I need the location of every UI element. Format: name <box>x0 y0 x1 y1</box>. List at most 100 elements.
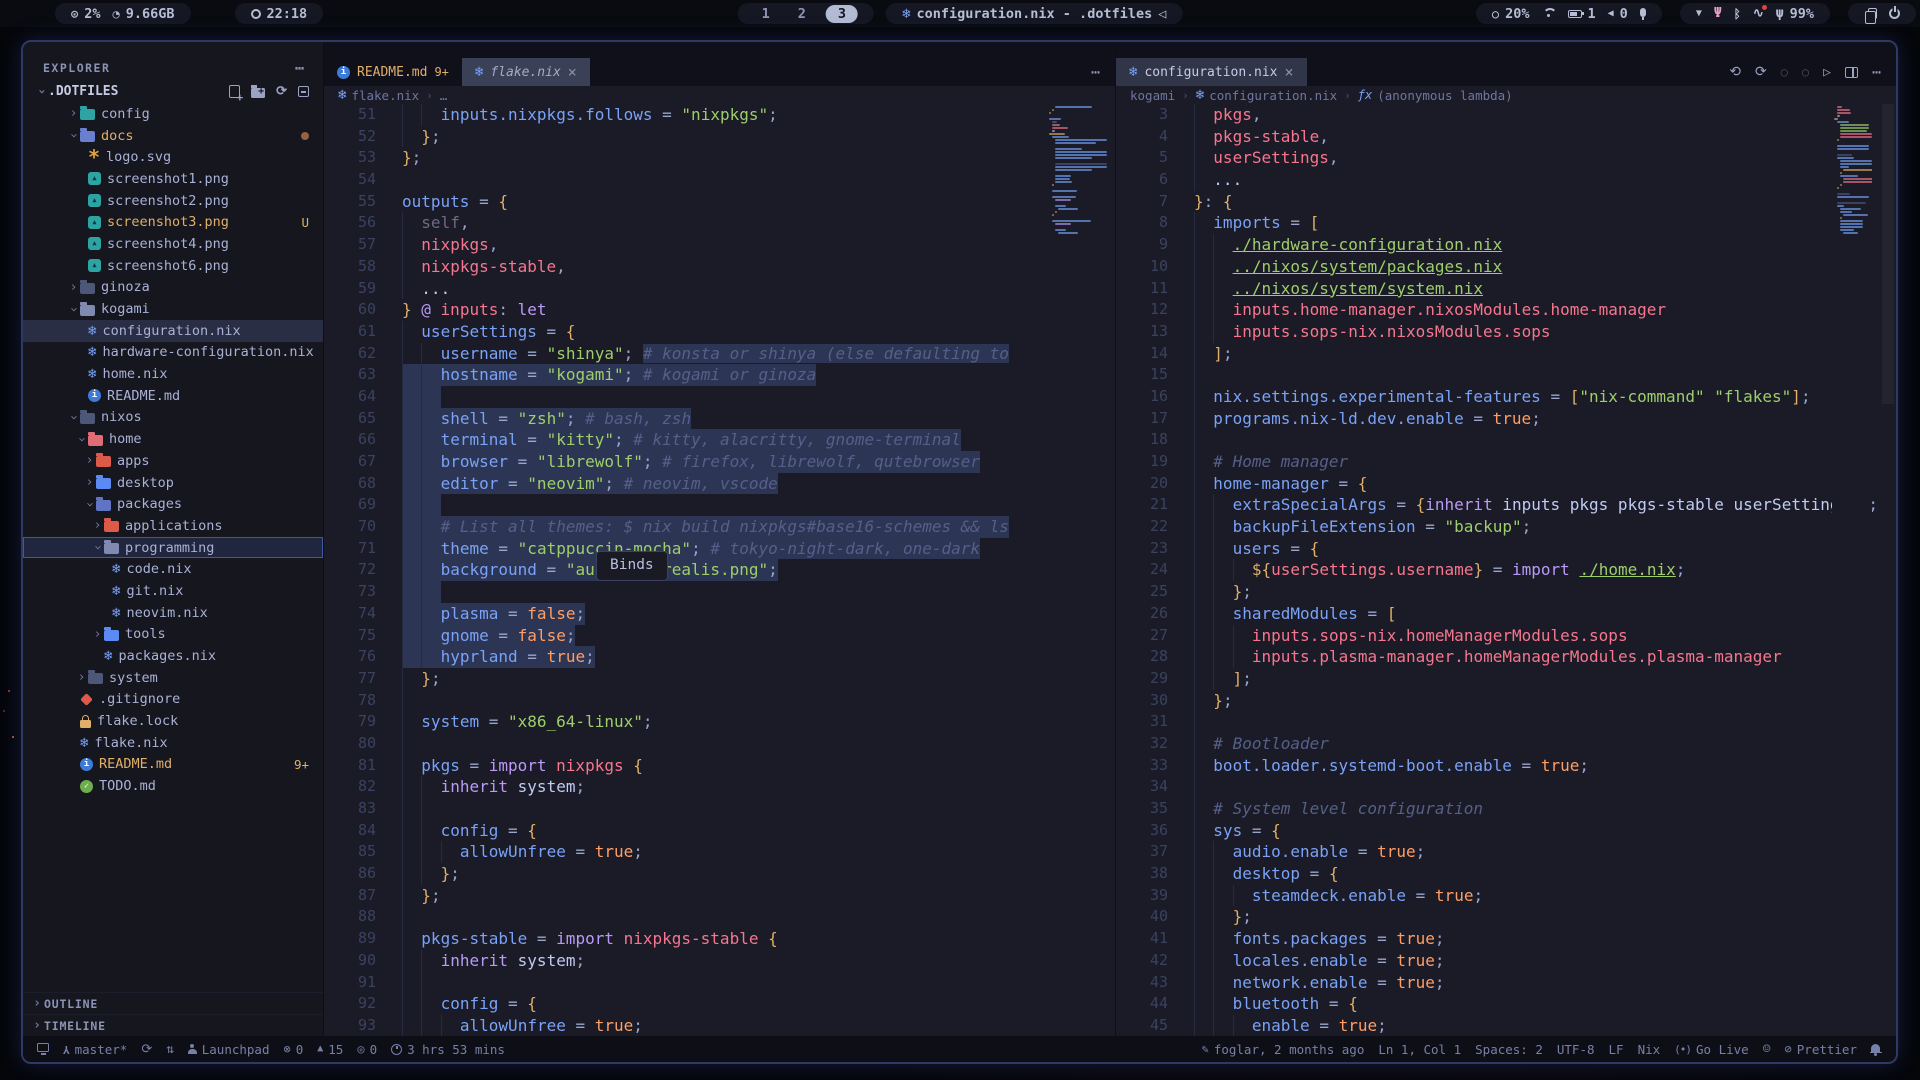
workspace-1[interactable]: 1 <box>754 6 778 22</box>
tree-item-programming[interactable]: ›programming <box>23 537 323 559</box>
code-line[interactable]: 40}; <box>1116 906 1896 928</box>
code-line[interactable]: 65shell = "zsh"; # bash, zsh <box>324 408 1115 430</box>
status-item-prettier[interactable]: ⊘Prettier <box>1785 1042 1857 1057</box>
status-item-sync[interactable]: ⟳ <box>141 1043 152 1056</box>
code-line[interactable]: 71theme = "catppuccin-mocha"; # tokyo-ni… <box>324 538 1115 560</box>
code-line[interactable]: 19# Home manager <box>1116 451 1896 473</box>
refresh-icon[interactable]: ⟳ <box>276 85 287 98</box>
close-icon[interactable]: × <box>1285 65 1294 80</box>
code-line[interactable]: 91 <box>324 972 1115 994</box>
newfolder-icon[interactable] <box>251 88 265 98</box>
code-line[interactable]: 25}; <box>1116 581 1896 603</box>
code-line[interactable]: 70# List all themes: $ nix build nixpkgs… <box>324 516 1115 538</box>
code-line[interactable]: 86}; <box>324 863 1115 885</box>
status-item-display[interactable] <box>37 1043 49 1055</box>
session-controls-pill-item[interactable] <box>1864 8 1877 19</box>
code-line[interactable]: 4pkgs-stable, <box>1116 126 1896 148</box>
code-line[interactable]: 60} @ inputs: let <box>324 299 1115 321</box>
tree-item-screenshot4.png[interactable]: ▲screenshot4.png <box>23 233 323 255</box>
code-line[interactable]: 63hostname = "kogami"; # kogami or ginoz… <box>324 364 1115 386</box>
code-line[interactable]: 28inputs.plasma-manager.homeManagerModul… <box>1116 646 1896 668</box>
code-line[interactable]: 41fonts.packages = true; <box>1116 928 1896 950</box>
code-line[interactable]: 24${userSettings.username} = import ./ho… <box>1116 559 1896 581</box>
code-line[interactable]: 30}; <box>1116 690 1896 712</box>
tree-item-code.nix[interactable]: ❄code.nix <box>23 558 323 580</box>
code-line[interactable]: 57nixpkgs, <box>324 234 1115 256</box>
tree-item-home[interactable]: ›home <box>23 428 323 450</box>
code-line[interactable]: 66terminal = "kitty"; # kitty, alacritty… <box>324 429 1115 451</box>
code-line[interactable]: 61userSettings = { <box>324 321 1115 343</box>
code-line[interactable]: 21extraSpecialArgs = {inherit inputs pkg… <box>1116 494 1896 516</box>
tree-item-config[interactable]: ›config <box>23 103 323 125</box>
code-editor[interactable]: 3pkgs,4pkgs-stable,5userSettings,6...7}:… <box>1116 104 1896 1036</box>
tree-item-packages.nix[interactable]: ❄packages.nix <box>23 645 323 667</box>
tree-item-packages[interactable]: ›packages <box>23 493 323 515</box>
code-line[interactable]: 14]; <box>1116 343 1896 365</box>
code-line[interactable]: 73 <box>324 581 1115 603</box>
code-line[interactable]: 12inputs.home-manager.nixosModules.home-… <box>1116 299 1896 321</box>
tree-item-flake.nix[interactable]: ❄flake.nix <box>23 732 323 754</box>
code-line[interactable]: 52}; <box>324 126 1115 148</box>
workspace-3[interactable]: 3 <box>826 5 858 23</box>
minimap[interactable] <box>1047 104 1107 1036</box>
code-line[interactable]: 23users = { <box>1116 538 1896 560</box>
newfile-icon[interactable] <box>229 85 240 98</box>
code-line[interactable]: 32# Bootloader <box>1116 733 1896 755</box>
status-item-0[interactable]: ◎0 <box>357 1042 377 1057</box>
connectivity-pill-item[interactable]: ▼ <box>1696 9 1702 19</box>
tree-item-system[interactable]: ›system <box>23 667 323 689</box>
tree-item-applications[interactable]: ›applications <box>23 515 323 537</box>
status-item-foglar[interactable]: ✎foglar, 2 months ago <box>1202 1042 1365 1057</box>
code-line[interactable]: 43network.enable = true; <box>1116 972 1896 994</box>
code-line[interactable]: 26sharedModules = [ <box>1116 603 1896 625</box>
tree-item-nixos[interactable]: ›nixos <box>23 407 323 429</box>
status-item-nix[interactable]: Nix <box>1638 1042 1661 1057</box>
code-line[interactable]: 34 <box>1116 776 1896 798</box>
connectivity-pill-item[interactable]: ∿ <box>1753 7 1764 20</box>
status-item-launchpad[interactable]: Launchpad <box>188 1042 270 1057</box>
connectivity-pill-item[interactable]: Ψ <box>1714 7 1722 20</box>
tree-item-configuration.nix[interactable]: ❄configuration.nix <box>23 320 323 342</box>
code-line[interactable]: 18 <box>1116 429 1896 451</box>
breadcrumb-item[interactable]: kogami <box>1130 88 1175 103</box>
code-line[interactable]: 68editor = "neovim"; # neovim, vscode <box>324 473 1115 495</box>
code-line[interactable]: 20home-manager = { <box>1116 473 1896 495</box>
circle-icon[interactable]: ○ <box>1781 66 1788 78</box>
tree-item-TODO.md[interactable]: ✓TODO.md <box>23 775 323 797</box>
status-item-bell[interactable] <box>1871 1044 1880 1055</box>
code-line[interactable]: 54 <box>324 169 1115 191</box>
status-item-smiley[interactable]: ☺ <box>1763 1043 1771 1056</box>
workspace-2[interactable]: 2 <box>790 6 814 22</box>
history-icon[interactable]: ⟲ <box>1729 65 1741 79</box>
status-item-ln-1[interactable]: Ln 1, Col 1 <box>1378 1042 1461 1057</box>
code-line[interactable]: 38desktop = { <box>1116 863 1896 885</box>
status-item-master-[interactable]: Ymaster* <box>63 1042 127 1057</box>
explorer-more-actions-icon[interactable]: ⋯ <box>295 61 305 76</box>
tree-item-hardware-configuration.nix[interactable]: ❄hardware-configuration.nix <box>23 342 323 364</box>
code-line[interactable]: 74plasma = false; <box>324 603 1115 625</box>
code-line[interactable]: 6... <box>1116 169 1896 191</box>
tree-item-docs[interactable]: ›docs <box>23 125 323 147</box>
scrollbar[interactable] <box>1882 104 1894 404</box>
breadcrumb-item[interactable]: ❄flake.nix <box>338 88 419 103</box>
more-icon[interactable]: ⋯ <box>1091 65 1101 80</box>
tree-item-screenshot2.png[interactable]: ▲screenshot2.png <box>23 190 323 212</box>
connectivity-pill-item[interactable]: ψ99% <box>1776 6 1814 22</box>
status-item-15[interactable]: ▲15 <box>317 1042 343 1057</box>
code-line[interactable]: 3pkgs, <box>1116 104 1896 126</box>
code-line[interactable]: 89pkgs-stable = import nixpkgs-stable { <box>324 928 1115 950</box>
code-line[interactable]: 37audio.enable = true; <box>1116 841 1896 863</box>
tree-item-README.md[interactable]: iREADME.md9+ <box>23 754 323 776</box>
code-line[interactable]: 53}; <box>324 147 1115 169</box>
breadcrumb-item[interactable]: ❄configuration.nix <box>1196 88 1337 103</box>
code-line[interactable]: 79system = "x86_64-linux"; <box>324 711 1115 733</box>
code-line[interactable]: 55outputs = { <box>324 191 1115 213</box>
tree-item-kogami[interactable]: ›kogami <box>23 298 323 320</box>
workspace-root-row[interactable]: › .DOTFILES ⟳ <box>23 80 323 103</box>
code-line[interactable]: 29]; <box>1116 668 1896 690</box>
code-line[interactable]: 35# System level configuration <box>1116 798 1896 820</box>
tab-flake.nix[interactable]: ❄flake.nix× <box>462 58 590 86</box>
code-line[interactable]: 8imports = [ <box>1116 212 1896 234</box>
code-line[interactable]: 76hyprland = true; <box>324 646 1115 668</box>
code-line[interactable]: 13inputs.sops-nix.nixosModules.sops <box>1116 321 1896 343</box>
